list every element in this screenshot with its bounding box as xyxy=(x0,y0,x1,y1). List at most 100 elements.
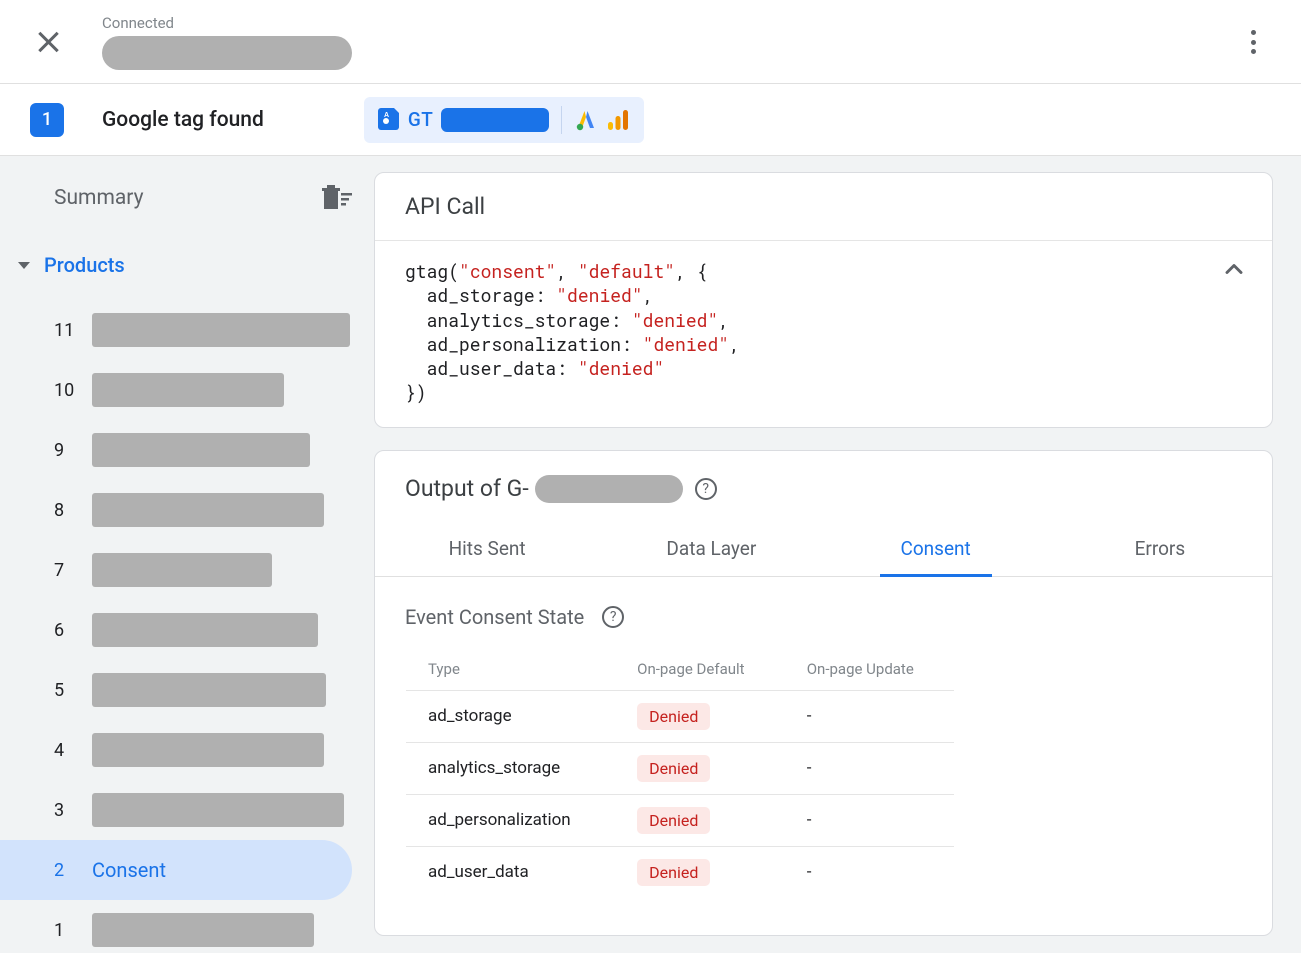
tab-hits-sent[interactable]: Hits Sent xyxy=(375,523,599,576)
event-item[interactable]: 4 xyxy=(0,720,374,780)
consent-default: Denied xyxy=(615,690,785,742)
output-title-prefix: Output of G- xyxy=(405,475,529,502)
consent-type: analytics_storage xyxy=(406,742,616,794)
close-icon[interactable] xyxy=(34,28,62,56)
event-label-redacted xyxy=(92,673,326,707)
event-consent-state-label: Event Consent State xyxy=(405,605,584,629)
event-number: 5 xyxy=(54,680,78,701)
event-label-redacted xyxy=(92,553,272,587)
event-item[interactable]: 3 xyxy=(0,780,374,840)
table-header: Type xyxy=(406,647,616,690)
connected-label: Connected xyxy=(102,14,352,32)
connection-block: Connected xyxy=(102,14,352,70)
summary-label: Summary xyxy=(54,186,144,210)
table-row: ad_storage Denied - xyxy=(406,690,955,742)
event-number: 11 xyxy=(54,320,78,341)
event-label-redacted xyxy=(92,373,284,407)
event-label: Consent xyxy=(92,858,166,882)
consent-update: - xyxy=(785,690,955,742)
output-tabs: Hits SentData LayerConsentErrors xyxy=(375,523,1272,577)
help-icon[interactable]: ? xyxy=(602,606,624,628)
chip-divider xyxy=(561,106,562,134)
event-label-redacted xyxy=(92,493,324,527)
api-call-code: gtag("consent", "default", { ad_storage:… xyxy=(375,241,1272,427)
main-split: Summary Products 11 10 9 8 7 6 5 4 3 2 Consent 1 AP… xyxy=(0,156,1301,953)
table-header: On-page Default xyxy=(615,647,785,690)
svg-text:A: A xyxy=(384,112,389,119)
consent-type: ad_storage xyxy=(406,690,616,742)
summary-row[interactable]: Summary xyxy=(0,178,374,218)
event-number: 9 xyxy=(54,440,78,461)
tag-found-bar: 1 Google tag found A GT xyxy=(0,84,1301,156)
consent-update: - xyxy=(785,846,955,898)
event-number: 3 xyxy=(54,800,78,821)
consent-type: ad_personalization xyxy=(406,794,616,846)
event-label-redacted xyxy=(92,793,344,827)
help-icon[interactable]: ? xyxy=(695,478,717,500)
event-number: 1 xyxy=(54,920,78,941)
event-item[interactable]: 9 xyxy=(0,420,374,480)
event-number: 6 xyxy=(54,620,78,641)
overflow-menu-icon[interactable] xyxy=(1243,28,1263,56)
event-label-redacted xyxy=(92,313,350,347)
collapse-icon[interactable] xyxy=(1220,255,1248,283)
consent-default: Denied xyxy=(615,846,785,898)
table-row: analytics_storage Denied - xyxy=(406,742,955,794)
denied-badge: Denied xyxy=(637,807,710,834)
top-bar: Connected xyxy=(0,0,1301,84)
google-analytics-icon xyxy=(606,108,630,132)
output-id-redacted xyxy=(535,475,683,503)
event-consent-state-header: Event Consent State ? xyxy=(405,605,1242,629)
event-label-redacted xyxy=(92,433,310,467)
output-header: Output of G- ? xyxy=(375,451,1272,523)
gtag-icon: A xyxy=(378,107,400,133)
consent-default: Denied xyxy=(615,742,785,794)
table-header: On-page Update xyxy=(785,647,955,690)
event-item[interactable]: 1 xyxy=(0,900,374,953)
tab-errors[interactable]: Errors xyxy=(1048,523,1272,576)
denied-badge: Denied xyxy=(637,703,710,730)
event-number: 2 xyxy=(54,860,78,881)
consent-update: - xyxy=(785,742,955,794)
consent-tab-body: Event Consent State ? TypeOn-page Defaul… xyxy=(375,577,1272,935)
tag-found-label: Google tag found xyxy=(102,108,264,132)
event-item[interactable]: 7 xyxy=(0,540,374,600)
gtag-chip[interactable]: A GT xyxy=(364,97,645,143)
denied-badge: Denied xyxy=(637,755,710,782)
event-item[interactable]: 8 xyxy=(0,480,374,540)
sidebar: Summary Products 11 10 9 8 7 6 5 4 3 2 Consent 1 xyxy=(0,156,374,953)
event-item[interactable]: 11 xyxy=(0,300,374,360)
gtag-prefix: GT xyxy=(408,108,434,131)
table-row: ad_personalization Denied - xyxy=(406,794,955,846)
tab-data-layer[interactable]: Data Layer xyxy=(599,523,823,576)
tag-count-badge: 1 xyxy=(30,103,64,137)
event-label-redacted xyxy=(92,913,314,947)
api-call-panel: API Call gtag("consent", "default", { ad… xyxy=(374,172,1273,428)
table-row: ad_user_data Denied - xyxy=(406,846,955,898)
event-number: 4 xyxy=(54,740,78,761)
chevron-down-icon xyxy=(18,262,30,269)
consent-default: Denied xyxy=(615,794,785,846)
products-section-header[interactable]: Products xyxy=(0,248,374,282)
event-number: 10 xyxy=(54,380,78,401)
api-call-title: API Call xyxy=(375,173,1272,241)
consent-type: ad_user_data xyxy=(406,846,616,898)
event-item-consent[interactable]: 2 Consent xyxy=(0,840,352,900)
tab-consent[interactable]: Consent xyxy=(824,523,1048,576)
main-content: API Call gtag("consent", "default", { ad… xyxy=(374,156,1301,953)
google-ads-icon xyxy=(574,108,598,132)
event-list: 11 10 9 8 7 6 5 4 3 2 Consent 1 xyxy=(0,300,374,953)
output-panel: Output of G- ? Hits SentData LayerConsen… xyxy=(374,450,1273,936)
event-item[interactable]: 6 xyxy=(0,600,374,660)
event-item[interactable]: 10 xyxy=(0,360,374,420)
products-label: Products xyxy=(44,253,125,277)
event-item[interactable]: 5 xyxy=(0,660,374,720)
consent-table: TypeOn-page DefaultOn-page Update ad_sto… xyxy=(405,647,955,899)
connected-url-redacted xyxy=(102,36,352,70)
clear-events-icon[interactable] xyxy=(320,185,346,211)
gtag-id-redacted xyxy=(441,108,549,132)
event-number: 7 xyxy=(54,560,78,581)
consent-update: - xyxy=(785,794,955,846)
denied-badge: Denied xyxy=(637,859,710,886)
event-label-redacted xyxy=(92,733,324,767)
